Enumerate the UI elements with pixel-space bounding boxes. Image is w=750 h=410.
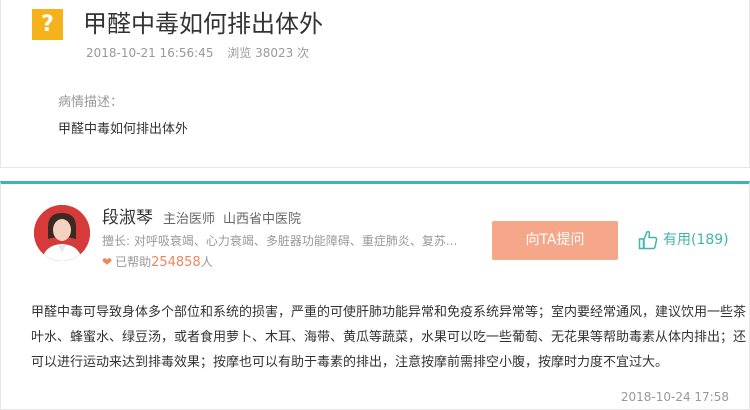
doctor-avatar[interactable] (34, 205, 90, 261)
useful-label: 有用(189) (663, 232, 729, 248)
ask-doctor-button[interactable]: 向TA提问 (492, 221, 618, 260)
doctor-hospital[interactable]: 山西省中医院 (223, 211, 301, 229)
helped-number: 254858 (151, 255, 201, 270)
answer-line: 甲醛中毒可导致身体多个部位和系统的损害，严重的可使肝肺功能异常和免疫系统异常等；… (31, 305, 747, 320)
doctor-title: 主治医师 (163, 212, 216, 227)
description-label: 病情描述： (58, 95, 124, 110)
question-card: ? 甲醛中毒如何排出体外 2018-10-21 16:56:45 浏览 3802… (0, 0, 750, 168)
doctor-specialty: 擅长: 对呼吸衰竭、心力衰竭、多脏器功能障碍、重症肺炎、复苏... (102, 234, 458, 248)
heart-icon: ❤ (102, 255, 113, 269)
doctor-name[interactable]: 段淑琴 (102, 207, 153, 229)
question-meta: 2018-10-21 16:56:45 浏览 38023 次 (86, 45, 319, 61)
question-views: 浏览 38023 次 (227, 46, 310, 60)
question-date: 2018-10-21 16:56:45 (86, 46, 214, 60)
question-title: 甲醛中毒如何排出体外 (83, 10, 323, 38)
answer-line: 可以进行运动来达到排毒效果；按摩也可以有助于毒素的排出，注意按摩前需排空小腹，按… (31, 355, 669, 370)
question-icon: ? (32, 9, 63, 40)
helped-prefix: 已帮助 (115, 255, 152, 269)
answer-time: 2018-10-24 17:58 (620, 390, 729, 404)
helped-count: ❤ 已帮助254858人 (102, 254, 213, 271)
thumbs-up-icon (638, 230, 658, 250)
helped-suffix: 人 (200, 255, 213, 269)
description-text: 甲醛中毒如何排出体外 (58, 122, 189, 137)
answer-text: 甲醛中毒可导致身体多个部位和系统的损害，严重的可使肝肺功能异常和免疫系统异常等；… (31, 300, 747, 375)
answer-line: 叶水、蜂蜜水、绿豆汤，或者食用萝卜、木耳、海带、黄瓜等蔬菜，水果可以吃一些葡萄、… (31, 330, 747, 345)
useful-button[interactable]: 有用(189) (637, 229, 729, 251)
answer-card: 段淑琴 主治医师 山西省中医院 擅长: 对呼吸衰竭、心力衰竭、多脏器功能障碍、重… (0, 181, 750, 410)
